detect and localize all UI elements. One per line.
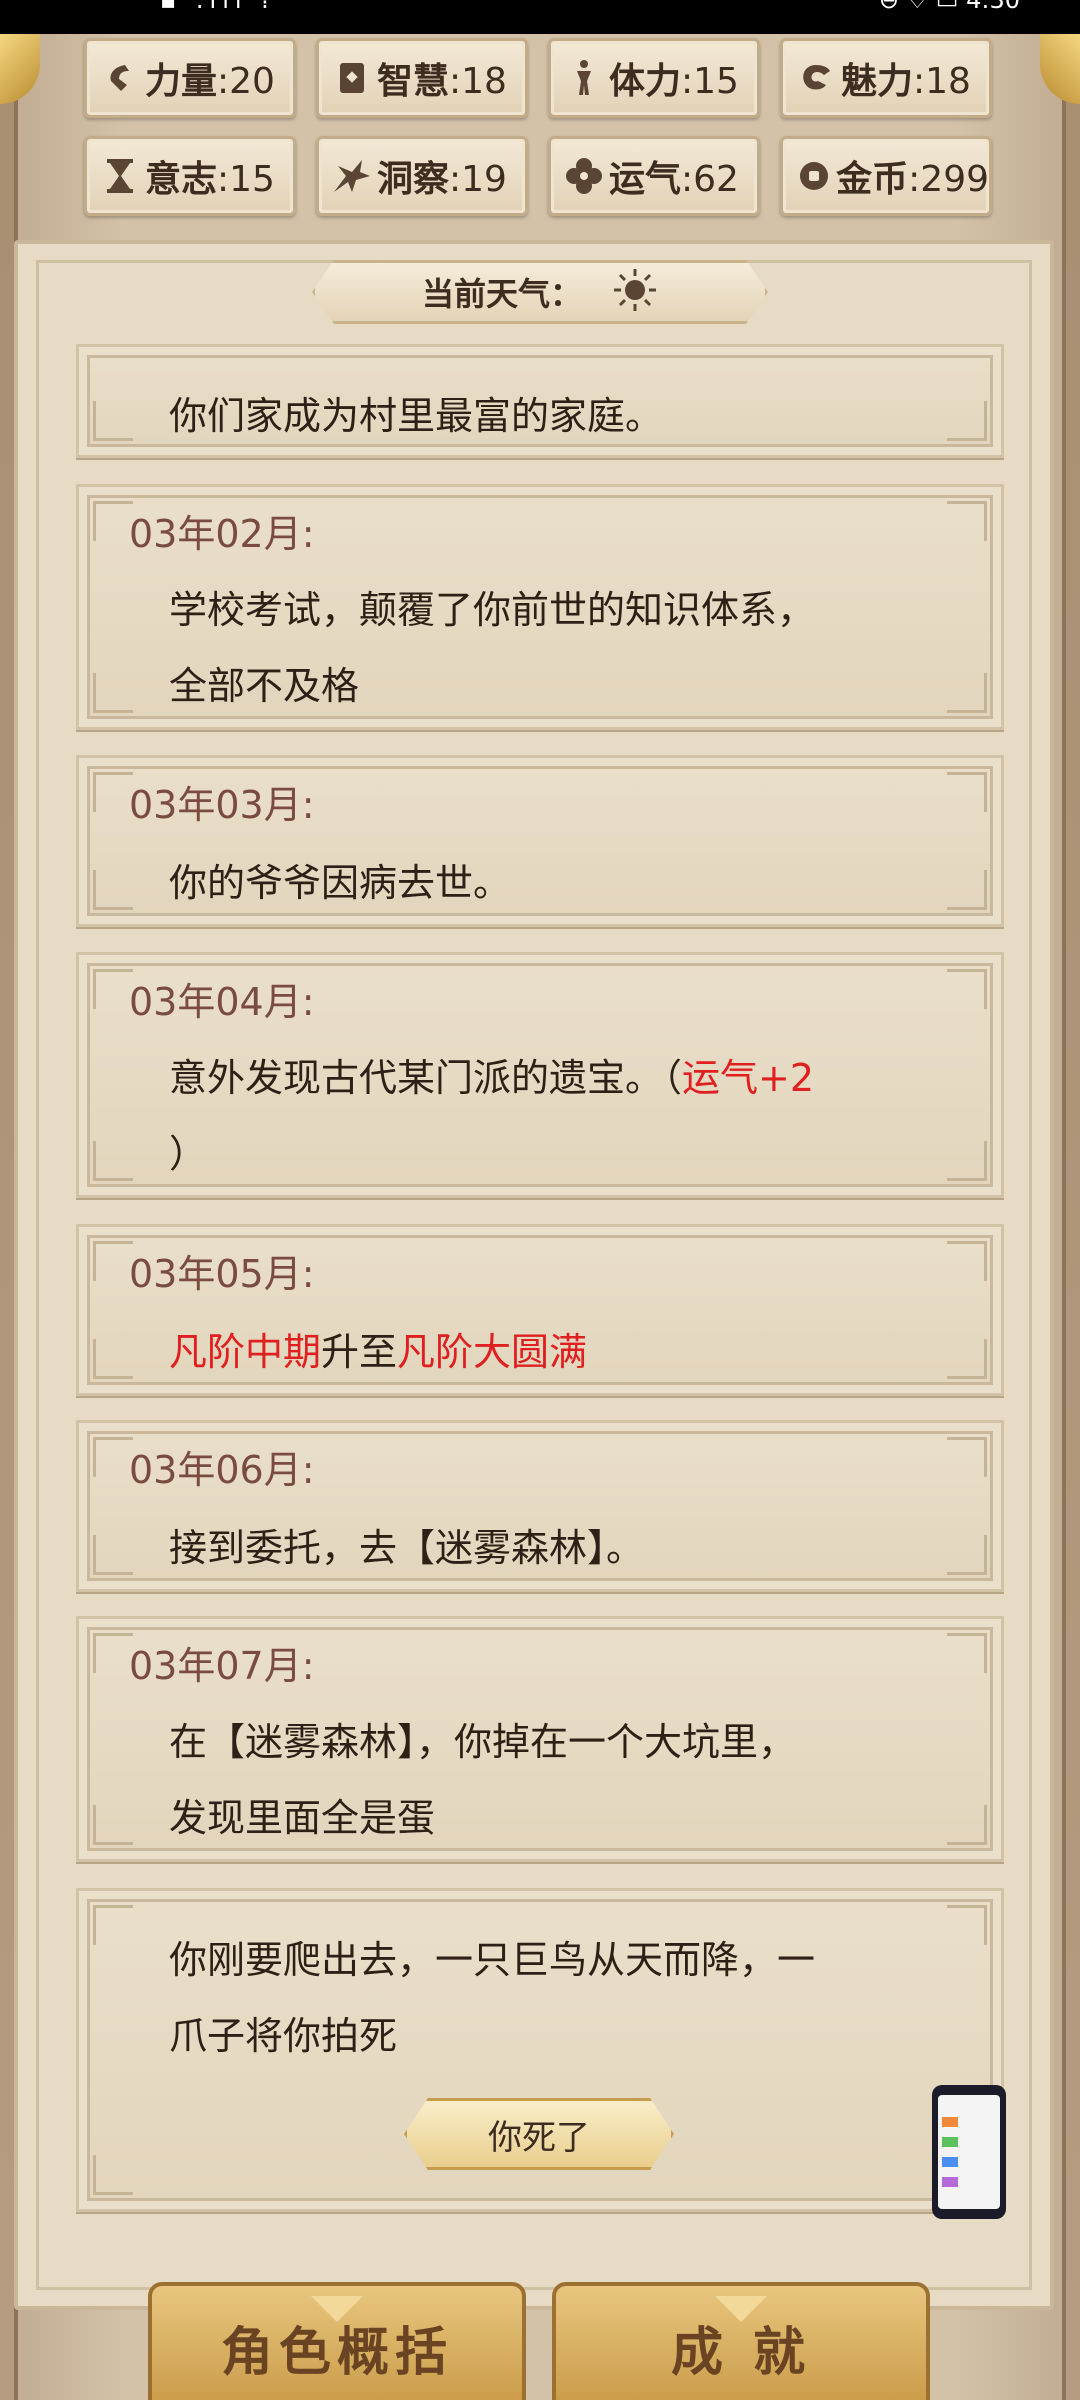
entry-text-plain: 意外发现古代某门派的遗宝。（ [169, 1056, 683, 1100]
entry-text: 学校考试，颠覆了你前世的知识体系， [169, 588, 816, 632]
chevron-down-icon [311, 2296, 363, 2322]
stat-value: :15 [217, 159, 275, 200]
entry-date: 03年03月: [129, 783, 315, 827]
stat-label: 洞察 [377, 159, 450, 200]
status-icons-right: ⊖ ♡ ▭ 4:30 [878, 0, 1020, 14]
log-entry: 03年07月: 在【迷雾森林】，你掉在一个大坑里， 发现里面全是蛋 [76, 1616, 1004, 1862]
entry-text: 在【迷雾森林】，你掉在一个大坑里， [169, 1720, 797, 1764]
entry-text: 爪子将你拍死 [169, 2014, 398, 2058]
stat-insight: 洞察:19 [316, 136, 528, 216]
realm-connector: 升至 [321, 1330, 398, 1374]
will-icon [99, 155, 141, 197]
stat-charm: 魅力:18 [780, 38, 992, 118]
character-summary-button[interactable]: 角色概括 [148, 2282, 526, 2400]
log-entry: 你们家成为村里最富的家庭。 [76, 344, 1004, 458]
entry-text: 发现里面全是蛋 [169, 1796, 436, 1840]
luck-icon [563, 155, 605, 197]
insight-icon [331, 155, 373, 197]
entry-text: 你刚要爬出去，一只巨鸟从天而降，一 [169, 1938, 816, 1982]
entry-text: 接到委托，去【迷雾森林】。 [169, 1526, 645, 1570]
stat-strength: 力量:20 [84, 38, 296, 118]
stat-gold: 金币:299 [780, 136, 992, 216]
strength-icon [99, 57, 141, 99]
stat-stamina: 体力:15 [548, 38, 760, 118]
stat-value: :15 [681, 61, 739, 102]
log-entry: 03年06月: 接到委托，去【迷雾森林】。 [76, 1420, 1004, 1592]
stat-label: 智慧 [377, 61, 450, 102]
entry-date: 03年02月: [129, 512, 315, 556]
death-button[interactable]: 你死了 [404, 2098, 674, 2170]
log-entry: 03年05月: 凡阶中期升至凡阶大圆满 [76, 1224, 1004, 1396]
entry-date: 03年07月: [129, 1644, 315, 1688]
stat-wisdom: 智慧:18 [316, 38, 528, 118]
status-icons-left: ▪ .ııl ⁞ [160, 0, 275, 14]
phone-floating-icon[interactable] [932, 2085, 1006, 2219]
entry-date: 03年04月: [129, 980, 315, 1024]
stat-label: 体力 [609, 61, 682, 102]
stat-value: :20 [217, 61, 275, 102]
entry-text: 凡阶中期升至凡阶大圆满 [169, 1321, 587, 1376]
log-entry: 03年04月: 意外发现古代某门派的遗宝。（运气+2 ） [76, 952, 1004, 1198]
gold-coin-icon [795, 155, 832, 197]
weather-banner: 当前天气： [312, 260, 768, 324]
stat-label: 金币 [836, 159, 909, 200]
stat-value: :62 [681, 159, 739, 200]
realm-from: 凡阶中期 [169, 1330, 322, 1374]
stat-will: 意志:15 [84, 136, 296, 216]
stat-label: 运气 [609, 159, 682, 200]
stamina-icon [563, 57, 605, 99]
stat-value: :19 [449, 159, 507, 200]
entry-text: 意外发现古代某门派的遗宝。（运气+2 [169, 1047, 814, 1102]
entry-text: 全部不及格 [169, 664, 360, 708]
entry-text: 你们家成为村里最富的家庭。 [169, 394, 664, 438]
entry-date: 03年05月: [129, 1252, 315, 1296]
log-entry: 03年03月: 你的爷爷因病去世。 [76, 755, 1004, 927]
sun-icon [612, 267, 658, 317]
stat-value: :18 [449, 61, 507, 102]
stat-label: 意志 [145, 159, 218, 200]
charm-icon [795, 57, 837, 99]
entry-date: 03年06月: [129, 1448, 315, 1492]
weather-label: 当前天气： [421, 275, 582, 313]
stat-luck: 运气:62 [548, 136, 760, 216]
achievements-button[interactable]: 成 就 [552, 2282, 930, 2400]
stat-value: :18 [913, 61, 971, 102]
luck-bonus-text: 运气+2 [682, 1056, 815, 1100]
stat-label: 魅力 [841, 61, 914, 102]
log-entry: 03年02月: 学校考试，颠覆了你前世的知识体系， 全部不及格 [76, 484, 1004, 730]
realm-to: 凡阶大圆满 [397, 1330, 588, 1374]
stat-label: 力量 [145, 61, 218, 102]
status-bar: ▪ .ııl ⁞ ⊖ ♡ ▭ 4:30 [0, 0, 1080, 34]
entry-text: 你的爷爷因病去世。 [169, 861, 512, 905]
stat-value: :299 [908, 159, 989, 200]
chevron-down-icon [715, 2296, 767, 2322]
entry-text: ） [169, 1132, 208, 1176]
wisdom-icon [331, 57, 373, 99]
